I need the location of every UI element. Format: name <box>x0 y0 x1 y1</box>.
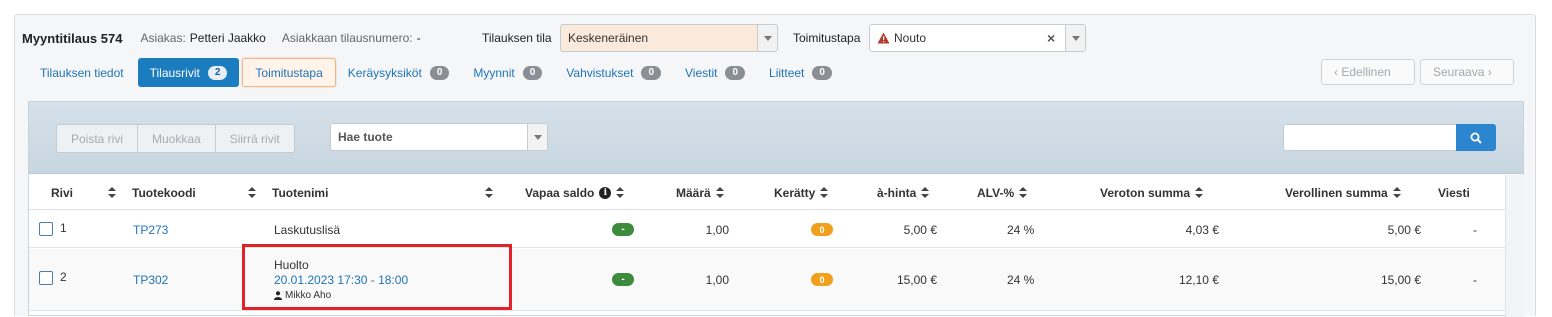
gross-total: 5,00 € <box>1387 223 1421 237</box>
collected-badge: 0 <box>811 223 833 236</box>
net-total: 12,10 € <box>1178 273 1219 287</box>
sort-icon[interactable] <box>480 175 493 210</box>
col-vat[interactable]: ALV-% <box>977 175 1028 210</box>
col-net-total[interactable]: Veroton summa <box>1100 175 1204 210</box>
col-gross-total[interactable]: Verollinen summa <box>1285 175 1401 210</box>
row-actions: Poista rivi Muokkaa Siirrä rivit <box>56 124 295 153</box>
count-badge: 2 <box>207 65 228 80</box>
tab-messages[interactable]: Viestit 0 <box>673 58 757 87</box>
count-badge: 0 <box>641 65 661 80</box>
search-icon <box>1470 132 1482 144</box>
previous-button[interactable]: ‹ Edellinen <box>1321 59 1415 85</box>
sort-icon <box>1195 187 1204 198</box>
count-badge: 0 <box>725 65 746 80</box>
search-input[interactable] <box>1283 124 1457 151</box>
message: - <box>1473 273 1477 287</box>
next-button[interactable]: Seuraava › <box>1420 59 1514 85</box>
sort-icon <box>616 187 625 198</box>
tab-confirmations[interactable]: Vahvistukset 0 <box>554 58 673 87</box>
row-checkbox[interactable] <box>39 222 53 236</box>
col-unit-price[interactable]: à-hinta <box>877 175 930 210</box>
unit-price: 5,00 € <box>903 223 937 237</box>
product-code-link[interactable]: TP302 <box>133 273 168 287</box>
free-balance-badge: - <box>612 273 634 286</box>
info-icon: i <box>599 186 612 199</box>
edit-button[interactable]: Muokkaa <box>138 125 216 152</box>
product-search-select[interactable]: Hae tuote <box>330 123 548 151</box>
clear-icon[interactable]: × <box>1047 30 1065 46</box>
unit-price: 15,00 € <box>896 273 937 287</box>
order-tabs: Tilauksen tiedot Tilausrivit 2 Toimitusta… <box>28 58 844 87</box>
tab-attachments[interactable]: Liitteet 0 <box>757 58 844 87</box>
collected-badge: 0 <box>811 273 833 286</box>
net-total: 4,03 € <box>1185 223 1219 237</box>
tab-order-details[interactable]: Tilauksen tiedot <box>28 58 136 87</box>
chevron-down-icon <box>1065 25 1085 51</box>
table-header: Rivi Tuotekoodi Tuotenimi Vapaa saldo i … <box>29 175 1505 210</box>
quantity: 1,00 <box>705 273 729 287</box>
vat: 24 % <box>1007 273 1035 287</box>
sort-icon[interactable] <box>103 175 116 210</box>
delivery-select-value: Nouto <box>894 31 927 45</box>
product-name: Laskutuslisä <box>274 223 341 237</box>
sort-icon <box>715 187 724 198</box>
col-name[interactable]: Tuotenimi <box>272 175 328 210</box>
sort-icon <box>921 187 930 198</box>
chevron-down-icon <box>527 124 547 150</box>
order-header: Myyntitilaus 574 Asiakas: Petteri Jaakko… <box>22 24 421 52</box>
highlight-box <box>242 244 512 310</box>
delete-row-button[interactable]: Poista rivi <box>57 125 139 152</box>
move-rows-button[interactable]: Siirrä rivit <box>216 125 294 152</box>
col-free-balance[interactable]: Vapaa saldo i <box>525 175 625 210</box>
sort-icon[interactable] <box>243 175 256 210</box>
col-message[interactable]: Viesti <box>1438 175 1470 210</box>
count-badge: 0 <box>522 65 543 80</box>
delivery-label: Toimitustapa <box>793 31 861 45</box>
tab-delivery[interactable]: Toimitustapa <box>242 58 336 87</box>
row-number: 1 <box>60 221 67 235</box>
col-code[interactable]: Tuotekoodi <box>132 175 196 210</box>
status-select[interactable]: Keskeneräinen <box>560 24 778 52</box>
free-balance-badge: - <box>612 223 634 236</box>
tab-order-rows[interactable]: Tilausrivit 2 <box>137 58 240 87</box>
search-button[interactable] <box>1456 124 1496 151</box>
customer-value: Petteri Jaakko <box>189 31 266 45</box>
col-collected[interactable]: Kerätty <box>774 175 829 210</box>
status-select-value: Keskeneräinen <box>568 31 649 45</box>
delivery-select[interactable]: Nouto × <box>869 24 1086 52</box>
quantity: 1,00 <box>705 223 729 237</box>
customer-label: Asiakas: <box>140 31 186 45</box>
product-search-placeholder: Hae tuote <box>338 130 393 144</box>
tab-sales[interactable]: Myynnit 0 <box>461 58 554 87</box>
gross-total: 15,00 € <box>1380 273 1421 287</box>
row-checkbox[interactable] <box>39 271 53 285</box>
scrollbar[interactable] <box>1505 175 1524 317</box>
col-row[interactable]: Rivi <box>51 175 73 210</box>
warning-icon <box>877 32 890 44</box>
count-badge: 0 <box>429 65 450 80</box>
sort-icon <box>1392 187 1401 198</box>
table-row[interactable]: 1 TP273 Laskutuslisä - 1,00 0 5,00 € 24 … <box>29 211 1505 248</box>
product-code-link[interactable]: TP273 <box>133 223 168 237</box>
sort-icon <box>820 187 829 198</box>
vat: 24 % <box>1007 223 1035 237</box>
tab-collection-units[interactable]: Keräysyksiköt 0 <box>336 58 462 87</box>
message: - <box>1473 223 1477 237</box>
sort-icon <box>1019 187 1028 198</box>
row-number: 2 <box>60 270 67 284</box>
customer-order-value: - <box>416 31 421 45</box>
col-quantity[interactable]: Määrä <box>676 175 724 210</box>
chevron-down-icon <box>757 25 777 51</box>
status-label: Tilauksen tila <box>482 31 552 45</box>
rows-toolbar: Poista rivi Muokkaa Siirrä rivit Hae tuo… <box>29 102 1523 174</box>
count-badge: 0 <box>812 65 832 80</box>
customer-order-label: Asiakkaan tilausnumero: <box>281 31 413 45</box>
page-title: Myyntitilaus 574 <box>22 30 123 46</box>
